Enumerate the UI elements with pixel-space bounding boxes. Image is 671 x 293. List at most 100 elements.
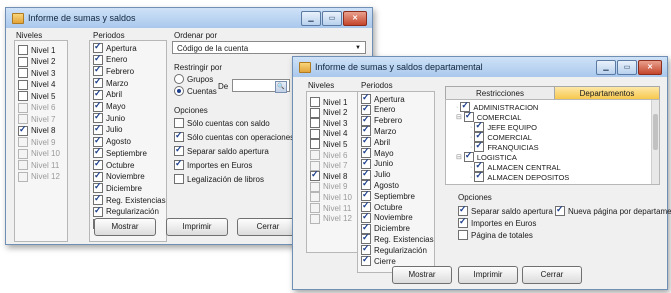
nivel-checkbox[interactable] (18, 45, 28, 55)
close-button-2[interactable]: ✕ (638, 60, 662, 75)
periodo-item[interactable]: Cierre (361, 254, 396, 266)
nivel-item[interactable]: Nivel 2 (18, 56, 55, 67)
tree-node-checkbox[interactable] (463, 110, 474, 122)
cerrar-button[interactable]: Cerrar (237, 218, 299, 236)
imprimir-button[interactable]: Imprimir (166, 218, 228, 236)
tree-node[interactable]: ⊟ COMERCIAL (456, 110, 521, 122)
imprimir-button-2[interactable]: Imprimir (458, 266, 518, 284)
nivel-item[interactable]: Nivel 5 (18, 91, 55, 101)
periodo-item[interactable]: Apertura (93, 41, 137, 53)
nivel-item[interactable]: Nivel 3 (18, 68, 55, 78)
opt-totales-checkbox[interactable] (458, 230, 468, 240)
periodo-item[interactable]: Noviembre (93, 170, 145, 182)
nivel-item[interactable]: Nivel 4 (18, 79, 55, 90)
nivel-checkbox[interactable] (18, 56, 28, 67)
periodo-checkbox[interactable] (93, 205, 103, 217)
periodo-checkbox[interactable] (93, 170, 103, 182)
nivel-checkbox[interactable] (310, 107, 320, 118)
nivel-item[interactable]: Nivel 1 (18, 45, 55, 55)
mostrar-button[interactable]: Mostrar (94, 218, 156, 236)
periodo-checkbox[interactable] (93, 181, 103, 194)
tree-scrollbar[interactable] (651, 100, 659, 184)
periodo-checkbox[interactable] (93, 123, 103, 135)
tree-node[interactable]: ⊟LOGISTICA (456, 150, 517, 162)
periodo-checkbox[interactable] (93, 76, 103, 89)
nivel-item[interactable]: Nivel 4 (310, 128, 347, 139)
periodo-item[interactable]: Reg. Existencias (361, 232, 434, 245)
periodo-checkbox[interactable] (93, 64, 103, 77)
periodo-item[interactable]: Abril (93, 88, 122, 100)
periodo-item[interactable]: Regularización (361, 243, 427, 256)
nivel-item[interactable]: Nivel 3 (310, 118, 347, 129)
nivel-checkbox[interactable] (310, 118, 320, 129)
nivel-item[interactable]: Nivel 1 (310, 97, 347, 107)
opcion-checkbox[interactable] (174, 130, 184, 142)
nivel-checkbox[interactable] (18, 68, 28, 78)
tree-node-checkbox[interactable] (463, 150, 474, 162)
close-button[interactable]: ✕ (343, 11, 367, 26)
scrollbar-thumb[interactable] (653, 114, 658, 150)
nivel-checkbox[interactable] (18, 79, 28, 90)
radio-cuentas-dot[interactable] (174, 86, 184, 96)
mostrar-button-2[interactable]: Mostrar (392, 266, 452, 284)
tab-restricciones[interactable]: Restricciones (445, 86, 555, 100)
nivel-item[interactable]: Nivel 2 (310, 107, 347, 118)
title-bar-2[interactable]: Informe de sumas y saldos departamental … (293, 57, 667, 77)
nivel-item[interactable]: Nivel 8 (18, 124, 55, 136)
tree-node[interactable]: · ALMACEN DEPOSITOS (470, 170, 569, 182)
tree-node[interactable]: · ALMACEN CENTRAL (470, 160, 561, 172)
nivel-checkbox[interactable] (18, 124, 28, 136)
maximize-button[interactable]: ▭ (322, 11, 342, 26)
nivel-checkbox[interactable] (310, 97, 320, 107)
opcion-checkbox[interactable] (174, 158, 184, 170)
periodo-item[interactable]: Septiembre (93, 146, 147, 159)
search-icon[interactable]: 🔍 (275, 81, 287, 93)
opcion-checkbox[interactable] (174, 118, 184, 128)
periodo-checkbox[interactable] (361, 254, 371, 266)
periodo-item[interactable]: Diciembre (93, 181, 142, 194)
periodo-item[interactable]: Junio (93, 111, 125, 124)
periodo-item[interactable]: Regularización (93, 205, 159, 217)
opcion-item[interactable]: Sólo cuentas con operaciones (174, 130, 294, 142)
opcion-checkbox[interactable] (174, 174, 184, 184)
tree-node-checkbox[interactable] (474, 170, 485, 182)
title-bar[interactable]: Informe de sumas y saldos ▁ ▭ ✕ (6, 8, 372, 28)
periodo-checkbox[interactable] (93, 135, 103, 147)
opt-nueva-pagina[interactable]: Nueva página por departamento (555, 204, 671, 216)
radio-grupos-dot[interactable] (174, 74, 184, 84)
periodo-checkbox[interactable] (93, 88, 103, 100)
periodo-checkbox[interactable] (93, 193, 103, 206)
periodo-item[interactable]: Reg. Existencias (93, 193, 166, 206)
periodo-checkbox[interactable] (93, 111, 103, 124)
de-input[interactable]: 🔍 (232, 79, 290, 93)
opcion-item[interactable]: Separar saldo apertura (174, 144, 269, 156)
periodo-checkbox[interactable] (93, 158, 103, 170)
periodo-item[interactable]: Octubre (93, 158, 134, 170)
nivel-checkbox[interactable] (310, 128, 320, 139)
periodo-checkbox[interactable] (93, 53, 103, 65)
periodo-item[interactable]: Agosto (93, 135, 131, 147)
periodo-checkbox[interactable] (93, 41, 103, 53)
nivel-checkbox[interactable] (310, 169, 320, 182)
periodo-item[interactable]: Julio (93, 123, 122, 135)
opt-totales[interactable]: Página de totales (458, 230, 533, 240)
nivel-checkbox[interactable] (310, 139, 320, 150)
opt-separar[interactable]: Separar saldo apertura (458, 204, 553, 216)
tree-node[interactable]: ·FRANQUICIAS (470, 140, 539, 152)
minimize-button-2[interactable]: ▁ (596, 60, 616, 75)
opt-nueva-pagina-checkbox[interactable] (555, 204, 565, 216)
periodo-item[interactable]: Marzo (93, 76, 128, 89)
opt-importes-checkbox[interactable] (458, 216, 468, 228)
cerrar-button-2[interactable]: Cerrar (522, 266, 582, 284)
minimize-button[interactable]: ▁ (301, 11, 321, 26)
nivel-checkbox[interactable] (18, 91, 28, 101)
opcion-item[interactable]: Importes en Euros (174, 158, 252, 170)
periodo-checkbox[interactable] (93, 100, 103, 112)
nivel-item[interactable]: Nivel 8 (310, 169, 347, 182)
collapse-icon[interactable]: ⊟ (456, 153, 462, 161)
collapse-icon[interactable]: ⊟ (456, 113, 462, 121)
radio-grupos[interactable]: Grupos (174, 74, 213, 84)
ordenar-select[interactable]: Código de la cuenta ▼ (172, 41, 366, 54)
opcion-checkbox[interactable] (174, 144, 184, 156)
periodo-item[interactable]: Mayo (93, 100, 126, 112)
